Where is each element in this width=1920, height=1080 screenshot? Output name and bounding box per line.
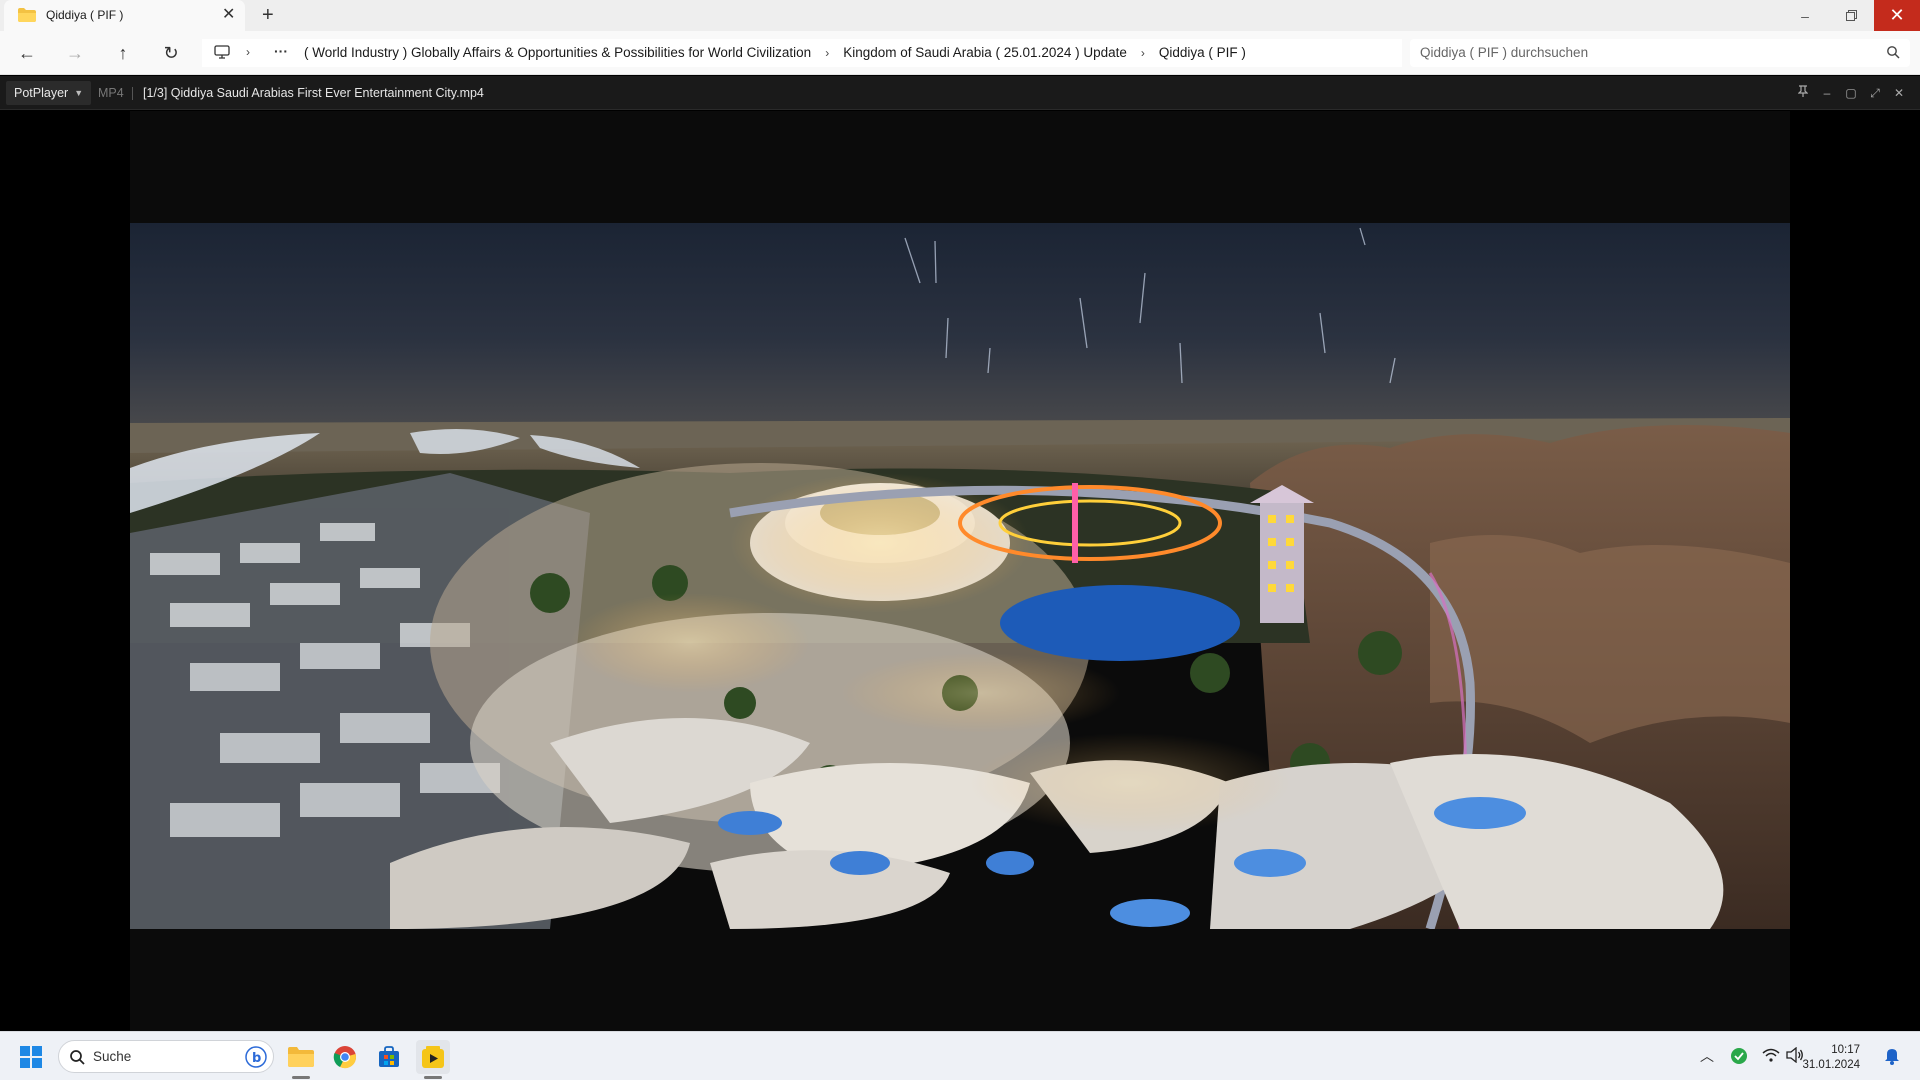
breadcrumb-more[interactable]: ··· [274, 43, 288, 59]
video-image [130, 223, 1790, 929]
pin-button[interactable] [1794, 85, 1812, 101]
up-button[interactable]: ↑ [108, 40, 138, 66]
breadcrumb-item-current[interactable]: Qiddiya ( PIF ) [1159, 45, 1246, 60]
search-label: Suche [93, 1049, 132, 1064]
file-explorer-icon [288, 1047, 314, 1067]
bing-icon[interactable]: b [245, 1046, 267, 1068]
potplayer-window: PotPlayer ▼ MP4 [1/3] Qiddiya Saudi Arab… [0, 76, 1920, 1031]
start-button[interactable] [14, 1040, 48, 1074]
potplayer-menu-button[interactable]: PotPlayer ▼ [6, 81, 92, 105]
svg-text:b: b [252, 1051, 261, 1066]
video-frame[interactable] [130, 223, 1790, 929]
chevron-right-icon: › [246, 45, 250, 59]
chrome-button[interactable] [328, 1040, 362, 1074]
player-minimize-button[interactable]: – [1818, 85, 1836, 101]
arrow-left-icon: ← [18, 42, 36, 63]
breadcrumb[interactable]: › ··· ( World Industry ) Globally Affair… [202, 39, 1402, 67]
arrow-up-icon: ↑ [118, 42, 128, 63]
explorer-search-input[interactable]: Qiddiya ( PIF ) durchsuchen [1410, 39, 1910, 67]
explorer-tab-bar: Qiddiya ( PIF ) ✕ + – ✕ [0, 0, 1920, 31]
refresh-button[interactable]: ↻ [156, 40, 186, 66]
chrome-icon [333, 1046, 356, 1069]
explorer-address-bar: ← → ↑ ↻ › ··· ( World Industry ) Globall… [0, 31, 1920, 75]
clock-date: 31.01.2024 [1802, 1059, 1860, 1071]
file-explorer-button[interactable] [284, 1040, 318, 1074]
window-restore-button[interactable] [1828, 0, 1874, 31]
player-close-button[interactable]: ✕ [1890, 85, 1908, 101]
file-title: [1/3] Qiddiya Saudi Arabias First Ever E… [143, 86, 484, 100]
divider [132, 87, 133, 100]
forward-button[interactable]: → [60, 40, 90, 66]
store-button[interactable] [372, 1040, 406, 1074]
chevron-right-icon: › [1140, 45, 1145, 60]
breadcrumb-item[interactable]: Kingdom of Saudi Arabia ( 25.01.2024 ) U… [843, 45, 1127, 60]
pin-icon [1797, 85, 1809, 97]
notification-bell-icon[interactable] [1884, 1047, 1900, 1065]
search-icon [1887, 46, 1900, 59]
tab-close-button[interactable]: ✕ [222, 5, 235, 25]
clock-time: 10:17 [1831, 1044, 1860, 1056]
active-indicator [292, 1076, 310, 1079]
clock[interactable]: 10:17 31.01.2024 [1800, 1043, 1860, 1073]
store-icon [379, 1046, 399, 1067]
player-maximize-button[interactable]: ▢ [1842, 85, 1860, 101]
search-icon [70, 1050, 85, 1065]
taskbar: Suche b ︿ 10:17 31.01.2024 [0, 1031, 1920, 1080]
active-indicator [424, 1076, 442, 1079]
player-title-bar: PotPlayer ▼ MP4 [1/3] Qiddiya Saudi Arab… [0, 76, 1920, 110]
potplayer-taskbar-button[interactable] [416, 1040, 450, 1074]
wifi-icon[interactable] [1762, 1048, 1780, 1062]
chevron-right-icon: › [825, 45, 830, 60]
new-tab-button[interactable]: + [262, 3, 274, 27]
taskbar-search-input[interactable]: Suche b [58, 1040, 274, 1073]
explorer-tab[interactable]: Qiddiya ( PIF ) ✕ [4, 0, 245, 31]
refresh-icon: ↻ [163, 42, 179, 63]
monitor-icon[interactable] [214, 44, 230, 60]
player-fullscreen-button[interactable]: ⤢ [1866, 85, 1884, 101]
window-close-button[interactable]: ✕ [1874, 0, 1920, 31]
security-icon[interactable] [1730, 1047, 1748, 1065]
folder-icon [18, 8, 36, 22]
window-minimize-button[interactable]: – [1782, 0, 1828, 31]
tab-title: Qiddiya ( PIF ) [46, 8, 124, 22]
chevron-down-icon: ▼ [74, 88, 84, 98]
chevron-up-icon[interactable]: ︿ [1700, 1046, 1714, 1066]
potplayer-icon [422, 1046, 444, 1068]
breadcrumb-item[interactable]: ( World Industry ) Globally Affairs & Op… [304, 45, 811, 60]
arrow-right-icon: → [66, 42, 84, 63]
format-label: MP4 [98, 86, 124, 100]
restore-icon [1845, 10, 1857, 21]
app-name: PotPlayer [14, 86, 69, 100]
back-button[interactable]: ← [12, 40, 42, 66]
search-placeholder: Qiddiya ( PIF ) durchsuchen [1420, 45, 1589, 60]
start-icon [20, 1046, 42, 1068]
